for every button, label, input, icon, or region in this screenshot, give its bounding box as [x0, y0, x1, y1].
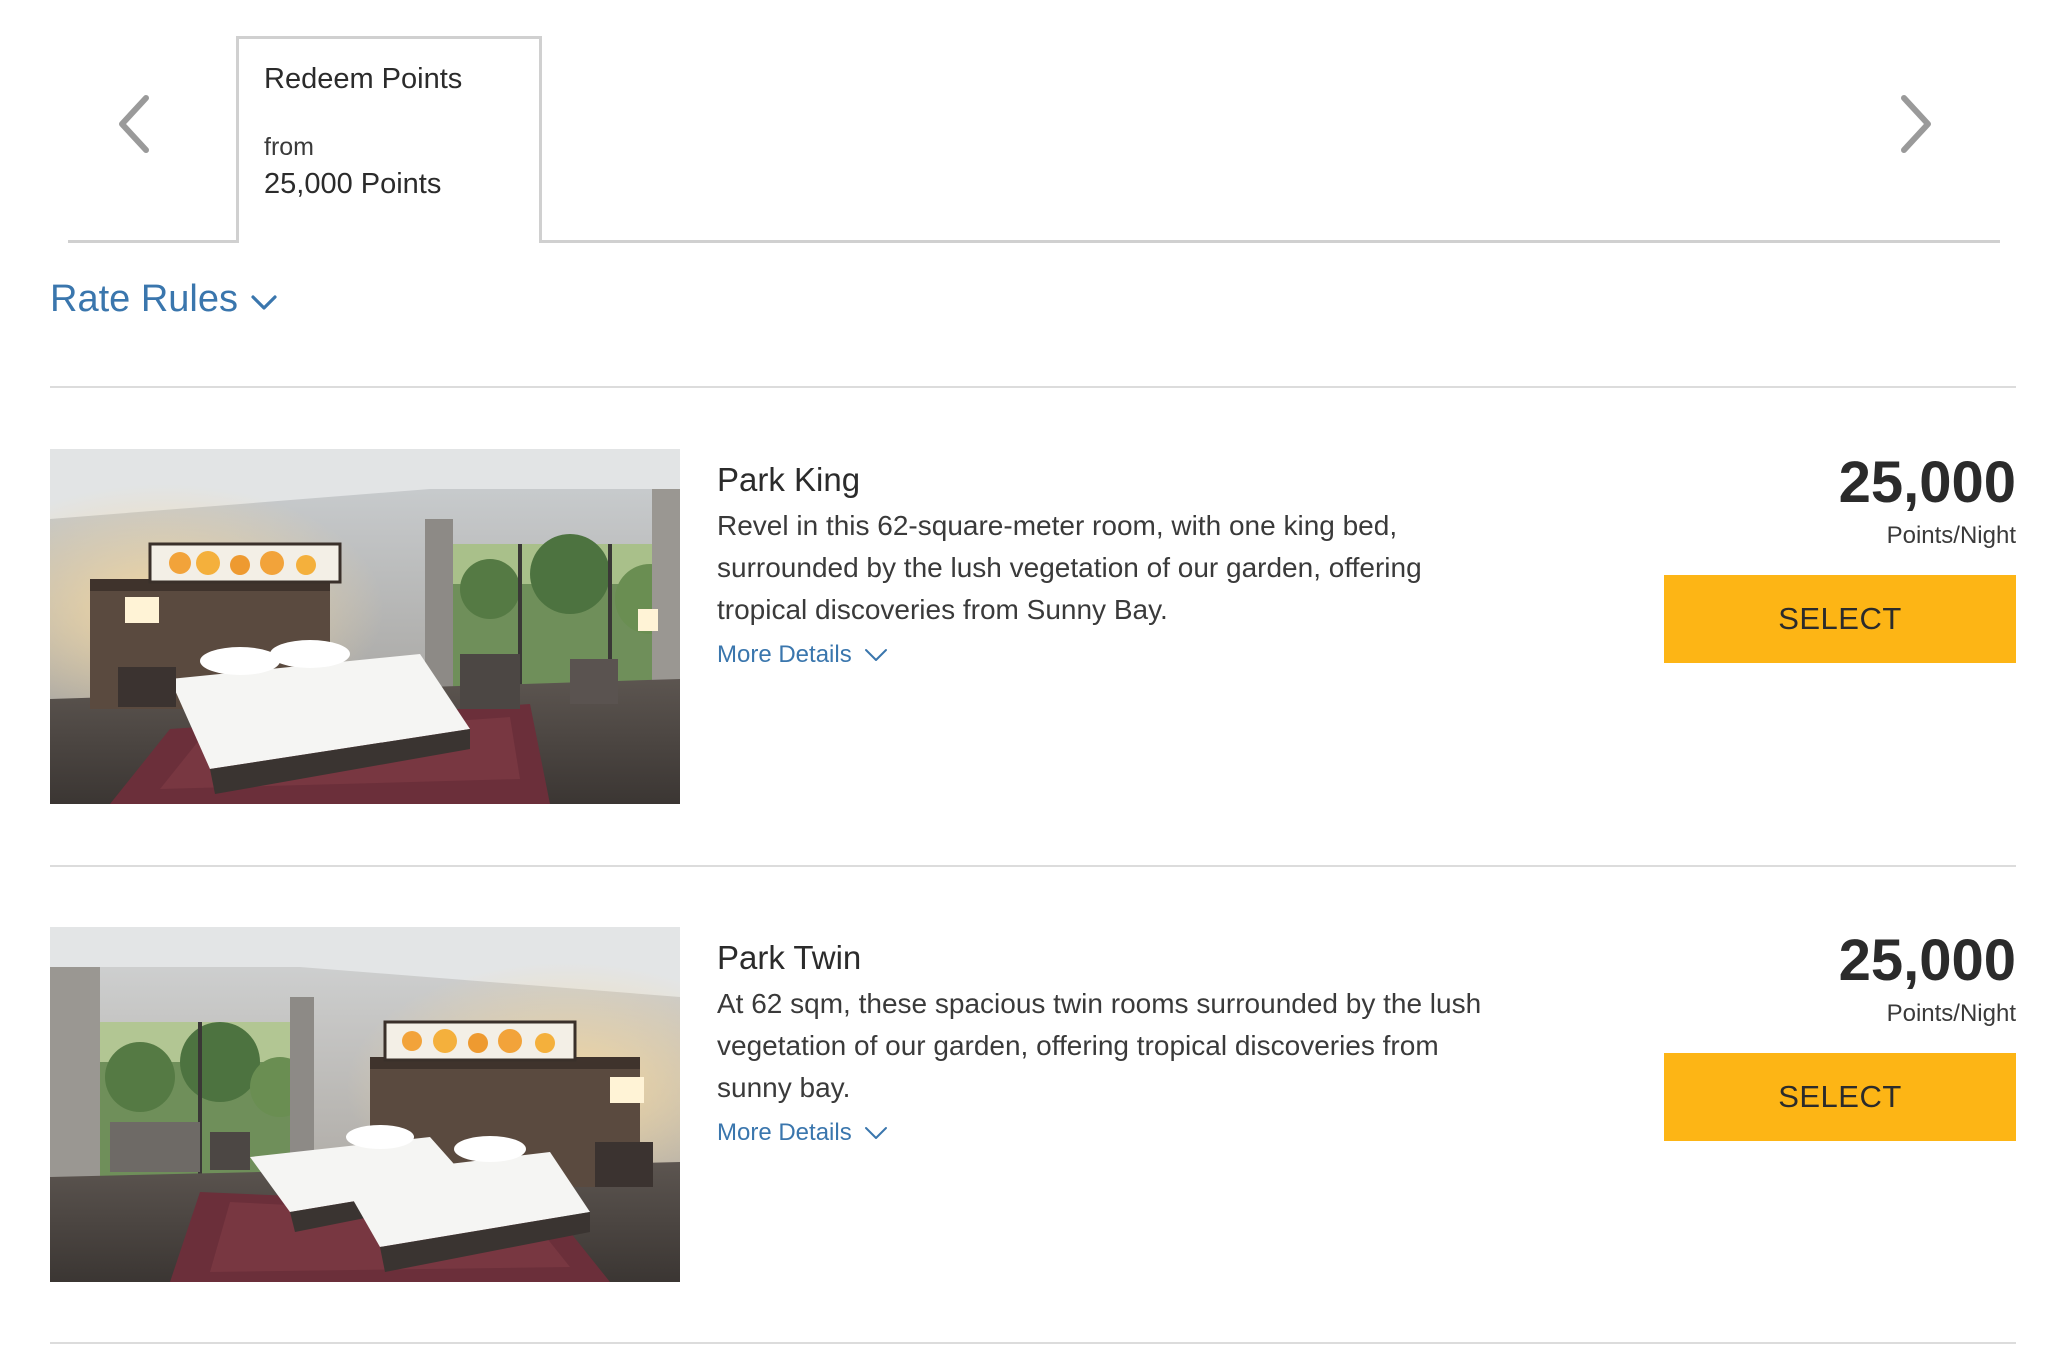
divider — [50, 865, 2016, 867]
room-card: Park King Revel in this 62-square-meter … — [50, 449, 2016, 807]
room-price: 25,000 — [1838, 928, 2016, 993]
room-description: Revel in this 62-square-meter room, with… — [717, 510, 1422, 625]
tab-title: Redeem Points — [264, 63, 463, 95]
more-details-label: More Details — [717, 1119, 852, 1146]
rate-rules-label: Rate Rules — [50, 278, 238, 320]
room-photo[interactable] — [50, 449, 680, 804]
room-price-unit: Points/Night — [1886, 522, 2016, 549]
select-button[interactable]: SELECT — [1664, 575, 2016, 663]
select-button[interactable]: SELECT — [1664, 1053, 2016, 1141]
tab-from-label: from — [264, 133, 314, 161]
more-details-label: More Details — [717, 641, 852, 668]
room-name: Park Twin — [717, 939, 862, 976]
more-details-link[interactable]: More Details — [717, 1119, 888, 1147]
room-photo-image — [50, 449, 680, 804]
rate-tabs: Redeem Points from 25,000 Points — [68, 36, 2000, 243]
tabs-prev-button[interactable] — [104, 84, 164, 164]
tab-redeem-points[interactable]: Redeem Points from 25,000 Points — [236, 36, 542, 243]
room-description: At 62 sqm, these spacious twin rooms sur… — [717, 988, 1482, 1103]
divider — [50, 386, 2016, 388]
chevron-down-icon — [864, 1127, 887, 1139]
room-photo-image — [50, 927, 680, 1282]
tabs-next-button[interactable] — [1886, 84, 1946, 164]
tab-price: 25,000 Points — [264, 168, 442, 200]
room-photo[interactable] — [50, 927, 680, 1282]
chevron-down-icon — [251, 294, 277, 310]
room-name: Park King — [717, 461, 861, 498]
chevron-right-icon — [1901, 95, 1931, 153]
rate-rules-toggle[interactable]: Rate Rules — [50, 278, 278, 321]
chevron-left-icon — [119, 95, 149, 153]
divider — [50, 1342, 2016, 1344]
more-details-link[interactable]: More Details — [717, 641, 888, 669]
room-card: Park Twin At 62 sqm, these spacious twin… — [50, 927, 2016, 1285]
room-price-unit: Points/Night — [1886, 1000, 2016, 1027]
chevron-down-icon — [864, 649, 887, 661]
room-price: 25,000 — [1838, 450, 2016, 515]
